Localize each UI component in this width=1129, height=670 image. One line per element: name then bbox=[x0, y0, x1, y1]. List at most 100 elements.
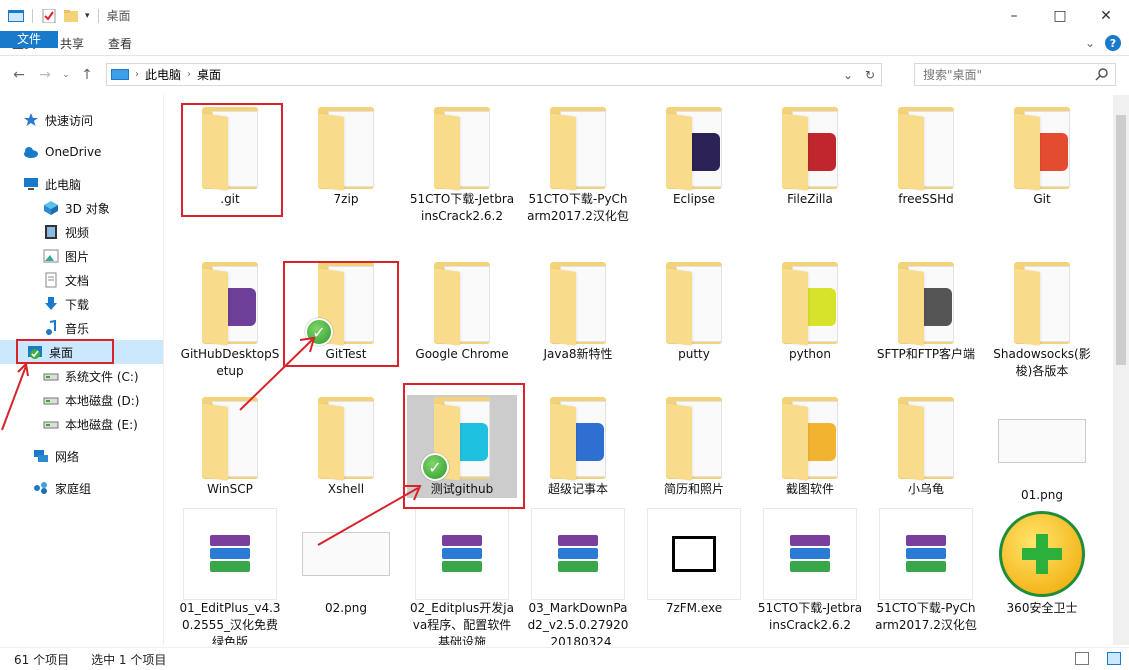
close-button[interactable]: ✕ bbox=[1083, 0, 1129, 31]
sidebar-item-label: 系统文件 (C:) bbox=[65, 369, 139, 384]
file-label: WinSCP bbox=[207, 482, 253, 496]
breadcrumb-separator-icon[interactable]: › bbox=[187, 69, 191, 80]
file-item[interactable]: Xshell bbox=[291, 395, 401, 498]
search-icon[interactable] bbox=[1095, 67, 1109, 81]
file-item[interactable]: 超级记事本 bbox=[523, 395, 633, 498]
file-item[interactable]: 51CTO下载-PyCharm2017.2汉化包 bbox=[871, 508, 981, 634]
maximize-button[interactable]: □ bbox=[1037, 0, 1083, 31]
sidebar-item-12[interactable]: 本地磁盘 (E:) bbox=[0, 412, 163, 436]
sidebar-item-1[interactable]: OneDrive bbox=[0, 140, 163, 164]
tab-view[interactable]: 查看 bbox=[96, 31, 144, 55]
sidebar-item-8[interactable]: 音乐 bbox=[0, 316, 163, 340]
breadcrumb-desktop[interactable]: 桌面 bbox=[197, 66, 221, 83]
customize-toolbar-chevron-icon[interactable]: ▾ bbox=[85, 11, 90, 21]
refresh-icon[interactable]: ↻ bbox=[859, 68, 881, 82]
file-item[interactable]: 01.png bbox=[987, 395, 1097, 504]
file-item[interactable]: Shadowsocks(影梭)各版本 bbox=[987, 260, 1097, 380]
file-item[interactable]: Eclipse bbox=[639, 105, 749, 208]
file-item[interactable]: Java8新特性 bbox=[523, 260, 633, 363]
breadcrumb-separator-icon[interactable]: › bbox=[135, 69, 139, 80]
file-item[interactable]: python bbox=[755, 260, 865, 363]
forward-button[interactable]: → bbox=[32, 67, 58, 83]
cloud-icon bbox=[23, 144, 39, 160]
scrollbar-thumb[interactable] bbox=[1116, 115, 1126, 365]
large-icons-view-icon[interactable] bbox=[1107, 652, 1121, 665]
details-view-icon[interactable] bbox=[1075, 652, 1089, 665]
file-item[interactable]: 02.png bbox=[291, 508, 401, 617]
folder-icon bbox=[1006, 260, 1078, 346]
file-item[interactable]: 51CTO下载-JetbrainsCrack2.6.2 bbox=[407, 105, 517, 225]
minimize-button[interactable]: – bbox=[991, 0, 1037, 31]
computer-icon bbox=[23, 176, 39, 192]
file-label: 01_EditPlus_v4.30.2555_汉化免费绿色版 bbox=[179, 601, 281, 645]
homegroup-icon bbox=[33, 480, 49, 496]
up-button[interactable]: ↑ bbox=[74, 67, 100, 83]
navigation-pane: 快速访问 OneDrive 此电脑 3D 对象 视频 图片 文档 下载 音乐 桌面 系统文件 (C:… bbox=[0, 95, 164, 645]
sidebar-item-3[interactable]: 3D 对象 bbox=[0, 196, 163, 220]
file-label: Shadowsocks(影梭)各版本 bbox=[993, 347, 1091, 378]
archive-thumbnail bbox=[763, 508, 857, 600]
file-item[interactable]: SFTP和FTP客户端 bbox=[871, 260, 981, 363]
file-item[interactable]: 简历和照片 bbox=[639, 395, 749, 498]
tab-file[interactable]: 文件 bbox=[0, 31, 58, 48]
file-item[interactable]: 360安全卫士 bbox=[987, 508, 1097, 617]
sidebar-item-5[interactable]: 图片 bbox=[0, 244, 163, 268]
sidebar-item-2[interactable]: 此电脑 bbox=[0, 172, 163, 196]
file-item[interactable]: 01_EditPlus_v4.30.2555_汉化免费绿色版 bbox=[175, 508, 285, 645]
file-item[interactable]: 51CTO下载-PyCharm2017.2汉化包 bbox=[523, 105, 633, 225]
file-item[interactable]: Google Chrome bbox=[407, 260, 517, 363]
folder-icon bbox=[542, 260, 614, 346]
help-icon[interactable]: ? bbox=[1105, 35, 1121, 51]
properties-icon[interactable] bbox=[41, 8, 57, 23]
network-icon bbox=[33, 448, 49, 464]
file-label: 51CTO下载-JetbrainsCrack2.6.2 bbox=[409, 192, 515, 223]
winrar-archive-icon bbox=[906, 535, 946, 573]
sidebar-item-label: 文档 bbox=[65, 273, 90, 288]
sidebar-item-0[interactable]: 快速访问 bbox=[0, 108, 163, 132]
360-app-icon bbox=[997, 508, 1087, 600]
sidebar-item-14[interactable]: 家庭组 bbox=[0, 476, 163, 500]
vertical-scrollbar[interactable] bbox=[1113, 95, 1129, 645]
file-item[interactable]: 03_MarkDownPad2_v2.5.0.27920_20180324 bbox=[523, 508, 633, 645]
new-folder-icon[interactable] bbox=[63, 9, 79, 23]
sidebar-item-10[interactable]: 系统文件 (C:) bbox=[0, 364, 163, 388]
expand-ribbon-chevron-icon[interactable]: ⌄ bbox=[1085, 36, 1095, 50]
breadcrumb-this-pc[interactable]: 此电脑 bbox=[145, 66, 181, 83]
file-item[interactable]: 7zFM.exe bbox=[639, 508, 749, 617]
address-bar[interactable]: › 此电脑 › 桌面 ⌄ ↻ bbox=[106, 63, 882, 86]
music-icon bbox=[43, 319, 59, 336]
divider bbox=[97, 8, 99, 23]
recent-locations-chevron-icon[interactable]: ⌄ bbox=[58, 70, 74, 80]
file-item[interactable]: 小乌龟 bbox=[871, 395, 981, 498]
drive-icon bbox=[43, 368, 59, 384]
document-icon bbox=[43, 272, 59, 288]
sidebar-item-label: 此电脑 bbox=[45, 177, 82, 192]
file-item[interactable]: WinSCP bbox=[175, 395, 285, 498]
address-history-chevron-icon[interactable]: ⌄ bbox=[837, 68, 859, 82]
folder-icon bbox=[310, 105, 382, 191]
sidebar-item-11[interactable]: 本地磁盘 (D:) bbox=[0, 388, 163, 412]
folder-icon bbox=[194, 395, 266, 481]
file-item[interactable]: 02_Editplus开发java程序、配置软件基础设施 bbox=[407, 508, 517, 645]
sidebar-item-label: 本地磁盘 (D:) bbox=[65, 393, 140, 408]
sidebar-item-7[interactable]: 下载 bbox=[0, 292, 163, 316]
sidebar-item-13[interactable]: 网络 bbox=[0, 444, 163, 468]
drive-icon bbox=[43, 416, 59, 432]
sidebar-item-6[interactable]: 文档 bbox=[0, 268, 163, 292]
file-label: 简历和照片 bbox=[663, 482, 724, 496]
annotation-box bbox=[181, 103, 283, 217]
search-input[interactable]: 搜索"桌面" bbox=[914, 63, 1116, 86]
file-item[interactable]: 7zip bbox=[291, 105, 401, 208]
file-item[interactable]: freeSSHd bbox=[871, 105, 981, 208]
sidebar-item-label: 图片 bbox=[65, 249, 90, 264]
folder-icon bbox=[426, 260, 498, 346]
file-item[interactable]: Git bbox=[987, 105, 1097, 208]
video-icon bbox=[43, 224, 59, 240]
back-button[interactable]: ← bbox=[6, 67, 32, 83]
sidebar-item-4[interactable]: 视频 bbox=[0, 220, 163, 244]
file-item[interactable]: FileZilla bbox=[755, 105, 865, 208]
file-item[interactable]: 51CTO下载-JetbrainsCrack2.6.2 bbox=[755, 508, 865, 634]
file-item[interactable]: 截图软件 bbox=[755, 395, 865, 498]
file-item[interactable]: putty bbox=[639, 260, 749, 363]
file-item[interactable]: GitHubDesktopSetup bbox=[175, 260, 285, 380]
